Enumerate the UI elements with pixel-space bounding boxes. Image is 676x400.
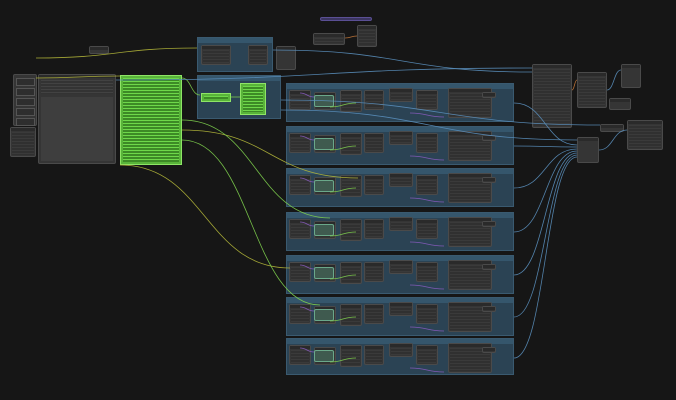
wire-green [181, 77, 201, 96]
wire-blue [598, 129, 628, 151]
wire-purple [299, 306, 315, 312]
wire-blue [272, 49, 533, 73]
wire-yellow [181, 129, 359, 179]
wire-green [329, 316, 357, 322]
wire-orange [571, 79, 578, 91]
wire-blue [513, 156, 578, 359]
wire-purple [409, 155, 445, 161]
wire-purple [409, 284, 445, 290]
wire-purple [299, 135, 315, 141]
wire-purple [299, 92, 315, 98]
wire-blue [513, 150, 578, 233]
wire-purple [299, 264, 315, 270]
wire-blue [513, 154, 578, 318]
wire-green [181, 139, 321, 306]
wire-purple [299, 177, 315, 183]
wire-blue [513, 148, 578, 189]
node-graph-canvas[interactable] [0, 0, 676, 400]
wire-green [329, 274, 357, 280]
wire-green [329, 145, 357, 151]
wire-yellow [35, 47, 198, 59]
wire-blue [606, 69, 622, 91]
wire-blue [280, 99, 601, 126]
wire-orange [344, 35, 358, 39]
wire-purple [299, 347, 315, 353]
wire-green [181, 119, 331, 219]
wire-purple [409, 241, 445, 247]
wire-yellow [35, 75, 121, 79]
wire-purple [409, 326, 445, 332]
wire-green [329, 187, 357, 193]
wire-green [329, 357, 357, 363]
wire-purple [299, 221, 315, 227]
wire-blue [280, 109, 578, 141]
connection-wires [35, 35, 628, 373]
wire-purple [409, 112, 445, 118]
wire-green [329, 102, 357, 108]
wire-purple [409, 367, 445, 373]
wire-green [329, 231, 357, 237]
wire-purple [409, 197, 445, 203]
wire-blue [513, 145, 578, 148]
